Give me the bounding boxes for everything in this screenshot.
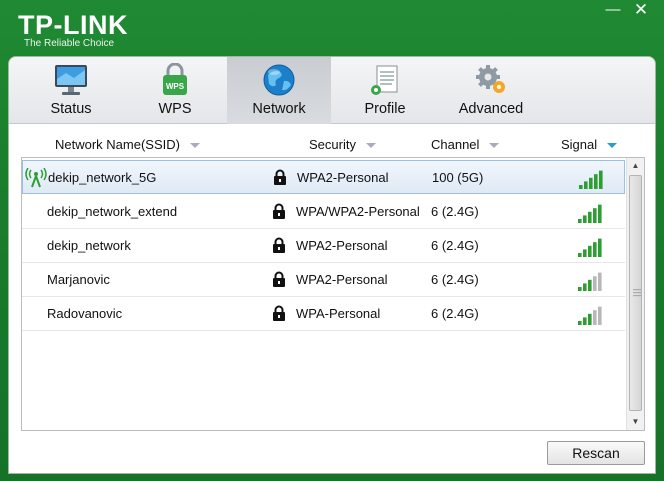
signal-strength-icon	[578, 238, 602, 257]
network-ssid: Marjanovic	[47, 272, 110, 287]
column-header-signal-label: Signal	[561, 137, 598, 152]
signal-bar	[583, 215, 587, 223]
network-channel: 100 (5G)	[432, 170, 484, 185]
network-ssid: dekip_network	[47, 238, 131, 253]
network-ssid: dekip_network_extend	[47, 204, 178, 219]
signal-bar	[588, 279, 592, 291]
globe-icon	[263, 64, 295, 96]
scroll-down-arrow-icon[interactable]: ▼	[627, 414, 644, 430]
signal-strength-icon	[578, 272, 602, 291]
signal-bar	[599, 170, 603, 189]
network-row[interactable]: Radovanovic WPA-Personal 6 (2.4G)	[22, 297, 625, 331]
network-channel: 6 (2.4G)	[431, 238, 479, 253]
network-ssid: dekip_network_5G	[48, 170, 157, 185]
column-header-channel-label: Channel	[431, 137, 480, 152]
network-list: dekip_network_5G WPA2-Personal 100 (5G) …	[21, 157, 645, 431]
tab-advanced[interactable]: Advanced	[439, 57, 543, 124]
signal-bar	[578, 253, 582, 257]
wps-lock-icon: WPS	[163, 63, 187, 95]
signal-bar	[598, 238, 602, 257]
main-panel: Status WPS WPS Network Profile Advanced …	[8, 56, 656, 474]
tab-profile-label: Profile	[364, 101, 406, 117]
network-row[interactable]: dekip_network WPA2-Personal 6 (2.4G)	[22, 229, 625, 263]
lock-icon	[273, 305, 285, 321]
network-channel: 6 (2.4G)	[431, 306, 479, 321]
brand-header: TP-LINK The Reliable Choice	[18, 10, 128, 49]
lock-icon	[274, 169, 286, 185]
gears-icon	[476, 65, 505, 93]
lock-icon	[273, 237, 285, 253]
signal-bar	[583, 249, 587, 257]
tab-advanced-label: Advanced	[458, 101, 524, 117]
signal-bar	[593, 242, 597, 257]
signal-bar	[593, 208, 597, 223]
network-ssid: Radovanovic	[47, 306, 123, 321]
tab-network-label: Network	[252, 101, 306, 117]
tab-status[interactable]: Status	[19, 57, 123, 124]
lock-icon	[273, 203, 285, 219]
signal-strength-icon	[578, 306, 602, 325]
scroll-up-arrow-icon[interactable]: ▲	[627, 158, 644, 174]
scrollbar-thumb[interactable]: — — —	[629, 175, 642, 411]
signal-bar	[588, 245, 592, 257]
signal-bar	[598, 306, 602, 325]
tab-wps[interactable]: WPS WPS	[123, 57, 227, 124]
signal-bar	[594, 174, 598, 189]
signal-bar	[588, 211, 592, 223]
scrollbar-grip-icon: — — —	[633, 285, 641, 300]
sort-arrow-icon	[489, 143, 500, 149]
signal-bar	[578, 287, 582, 291]
signal-bar	[593, 276, 597, 291]
signal-bar	[598, 272, 602, 291]
signal-bar	[588, 313, 592, 325]
column-header-security-label: Security	[309, 137, 356, 152]
network-row[interactable]: dekip_network_extend WPA/WPA2-Personal 6…	[22, 195, 625, 229]
network-row[interactable]: dekip_network_5G WPA2-Personal 100 (5G)	[22, 160, 625, 194]
signal-bar	[584, 181, 588, 189]
signal-bar	[578, 219, 582, 223]
network-security: WPA2-Personal	[296, 272, 388, 287]
tab-profile[interactable]: Profile	[333, 57, 437, 124]
connected-access-point-icon	[25, 168, 47, 188]
network-row[interactable]: Marjanovic WPA2-Personal 6 (2.4G)	[22, 263, 625, 297]
svg-text:WPS: WPS	[166, 82, 185, 91]
monitor-icon	[55, 65, 87, 95]
signal-bar	[593, 310, 597, 325]
brand-logo: TP-LINK	[18, 10, 128, 40]
tab-wps-label: WPS	[158, 101, 192, 117]
lock-icon	[273, 271, 285, 287]
sort-arrow-icon	[189, 143, 200, 149]
tplink-utility-window: TP-LINK The Reliable Choice — ✕ Status W…	[0, 0, 664, 481]
signal-bar	[583, 317, 587, 325]
signal-bar	[583, 283, 587, 291]
network-channel: 6 (2.4G)	[431, 204, 479, 219]
close-button[interactable]: ✕	[628, 1, 654, 20]
signal-strength-icon	[578, 204, 602, 223]
tab-bar: Status WPS WPS Network Profile Advanced	[9, 57, 655, 124]
network-security: WPA2-Personal	[297, 170, 389, 185]
sort-arrow-active-icon	[607, 143, 618, 149]
signal-strength-icon	[579, 170, 603, 189]
signal-bar	[589, 177, 593, 189]
network-security: WPA/WPA2-Personal	[296, 204, 420, 219]
network-channel: 6 (2.4G)	[431, 272, 479, 287]
signal-bar	[598, 204, 602, 223]
tab-status-label: Status	[50, 101, 92, 117]
signal-bar	[578, 321, 582, 325]
network-security: WPA-Personal	[296, 306, 381, 321]
column-header-ssid[interactable]: Network Name(SSID)	[55, 137, 200, 152]
column-header-channel[interactable]: Channel	[431, 137, 500, 152]
tab-network[interactable]: Network	[227, 57, 331, 124]
brand-tagline: The Reliable Choice	[24, 38, 115, 49]
minimize-button[interactable]: —	[600, 2, 626, 20]
column-header-ssid-label: Network Name(SSID)	[55, 137, 180, 152]
column-header-security[interactable]: Security	[309, 137, 376, 152]
network-security: WPA2-Personal	[296, 238, 388, 253]
vertical-scrollbar[interactable]: ▲ — — — ▼	[626, 158, 644, 430]
signal-bar	[579, 185, 583, 189]
profile-document-icon	[371, 65, 398, 95]
rescan-button[interactable]: Rescan	[547, 441, 645, 465]
sort-arrow-icon	[365, 143, 376, 149]
column-header-signal[interactable]: Signal	[561, 137, 618, 152]
